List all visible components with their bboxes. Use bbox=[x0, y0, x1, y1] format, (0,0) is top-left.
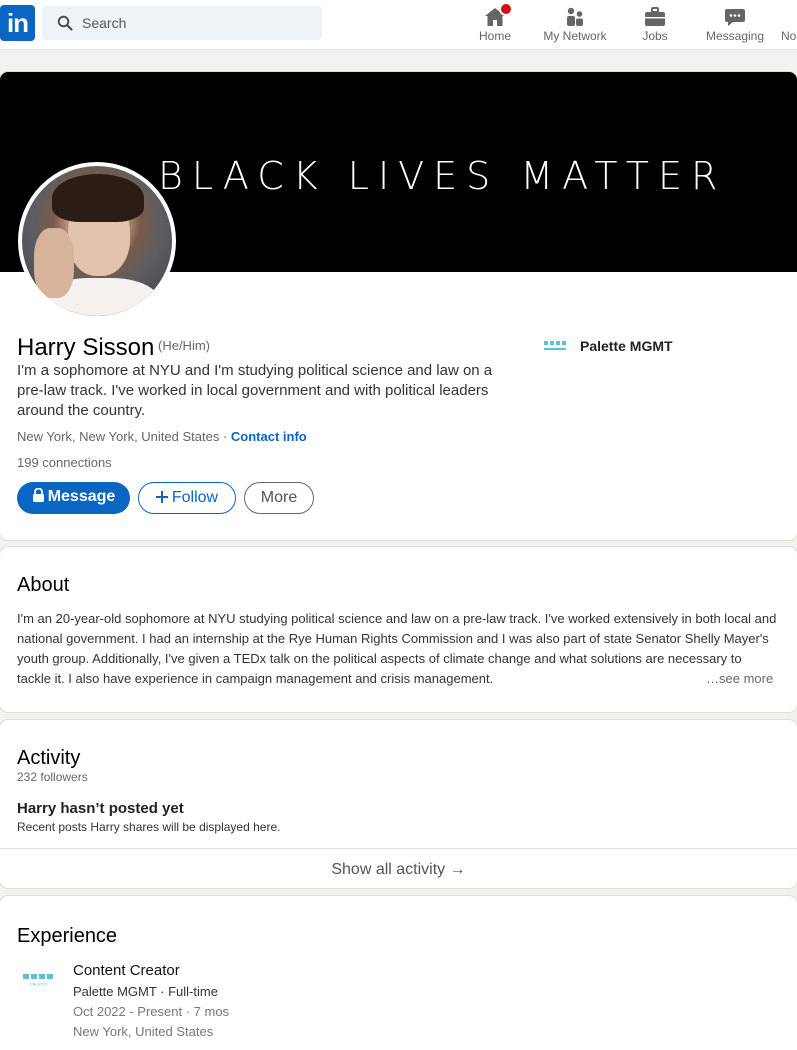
experience-title: Experience bbox=[17, 925, 118, 947]
message-button[interactable]: Message bbox=[17, 482, 130, 514]
follow-button-label: Follow bbox=[171, 489, 219, 506]
nav-my-network[interactable]: My Network bbox=[535, 3, 615, 47]
jobs-icon bbox=[645, 7, 665, 26]
about-title: About bbox=[17, 574, 70, 596]
experience-company: Palette MGMT · Full-time bbox=[73, 984, 218, 999]
linkedin-logo[interactable]: in bbox=[0, 5, 35, 41]
palette-logo-icon[interactable]: PALETTE bbox=[22, 973, 58, 987]
lock-icon bbox=[32, 487, 44, 502]
connections-count[interactable]: 199 connections bbox=[17, 455, 112, 470]
banner-text: BLACK LIVES MATTER bbox=[158, 154, 727, 198]
more-button-label: More bbox=[260, 489, 298, 506]
profile-location: New York, New York, United States bbox=[17, 429, 220, 444]
messaging-icon bbox=[725, 9, 745, 26]
profile-headline: I'm a sophomore at NYU and I'm studying … bbox=[17, 362, 493, 419]
experience-title-role: Content Creator bbox=[73, 962, 180, 979]
profile-card: BLACK LIVES MATTER Harry Sisson (He/Him)… bbox=[0, 72, 797, 540]
profile-location-line: New York, New York, United States · Cont… bbox=[17, 429, 307, 444]
see-more-link[interactable]: …see more bbox=[700, 669, 774, 689]
nav-messaging[interactable]: Messaging bbox=[695, 3, 775, 47]
current-company[interactable]: Palette MGMT bbox=[580, 338, 673, 354]
divider bbox=[0, 848, 797, 849]
no-posts-title: Harry hasn’t posted yet bbox=[17, 800, 184, 817]
experience-card: Experience PALETTE Content Creator Palet… bbox=[0, 896, 797, 1050]
nav-jobs[interactable]: Jobs bbox=[615, 3, 695, 47]
follow-button[interactable]: Follow bbox=[138, 482, 236, 514]
contact-info-link[interactable]: Contact info bbox=[231, 429, 307, 444]
experience-dates: Oct 2022 - Present · 7 mos bbox=[73, 1004, 230, 1019]
nav-notifications-label: No bbox=[781, 29, 797, 43]
followers-count: 232 followers bbox=[17, 770, 88, 784]
show-all-activity-button[interactable]: Show all activity → bbox=[0, 861, 797, 879]
top-nav: in Search Home My Network Jobs Messaging… bbox=[0, 0, 797, 50]
search-icon bbox=[57, 15, 73, 31]
plus-icon bbox=[155, 491, 168, 503]
nav-messaging-label: Messaging bbox=[705, 29, 765, 43]
search-input[interactable]: Search bbox=[42, 6, 322, 40]
network-icon bbox=[567, 7, 583, 26]
about-card: About I'm an 20-year-old sophomore at NY… bbox=[0, 547, 797, 712]
nav-notifications[interactable]: No bbox=[775, 3, 797, 47]
profile-pronouns: (He/Him) bbox=[158, 338, 210, 353]
location-separator: · bbox=[219, 429, 231, 444]
nav-home[interactable]: Home bbox=[455, 2, 535, 47]
nav-home-label: Home bbox=[478, 29, 511, 43]
profile-name: Harry Sisson bbox=[17, 334, 155, 361]
activity-title: Activity bbox=[17, 747, 81, 769]
search-placeholder: Search bbox=[82, 15, 127, 31]
about-text: I'm an 20-year-old sophomore at NYU stud… bbox=[17, 611, 777, 686]
more-button[interactable]: More bbox=[244, 482, 314, 514]
avatar[interactable] bbox=[18, 162, 176, 320]
no-posts-subtitle: Recent posts Harry shares will be displa… bbox=[17, 820, 281, 834]
experience-location: New York, United States bbox=[73, 1024, 214, 1039]
palette-logo-icon bbox=[544, 341, 566, 350]
nav-jobs-label: Jobs bbox=[642, 29, 668, 43]
notification-badge bbox=[499, 2, 513, 16]
palette-logo-text: PALETTE bbox=[30, 982, 48, 987]
activity-card: Activity 232 followers Harry hasn’t post… bbox=[0, 720, 797, 888]
message-button-label: Message bbox=[47, 488, 116, 505]
nav-my-network-label: My Network bbox=[543, 29, 607, 43]
